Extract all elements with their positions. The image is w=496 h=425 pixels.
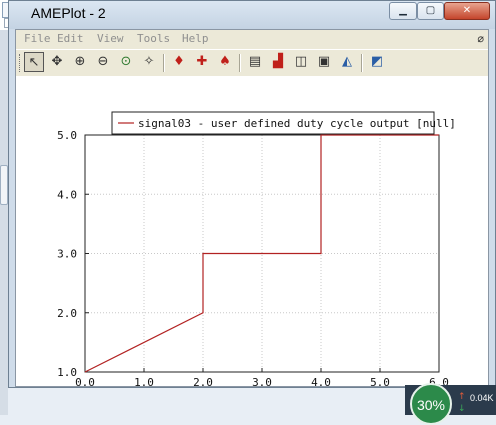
cursor-pair-icon[interactable]: ♠	[215, 52, 235, 72]
menu-edit[interactable]: Edit	[57, 32, 84, 45]
network-speed: 0.04K	[470, 393, 494, 403]
x-tick-label: 1.0	[134, 376, 154, 386]
cursor-horizontal-icon[interactable]: ✚	[192, 52, 212, 72]
new-plot-icon[interactable]: ◩	[367, 52, 387, 72]
plot-svg[interactable]: 0.01.02.03.04.05.06.01.02.03.04.05.0X: T…	[16, 76, 488, 386]
toolbar-separator	[163, 54, 165, 72]
upload-arrow-icon: ↑	[458, 392, 466, 402]
plot-icon[interactable]: ◭	[337, 52, 357, 72]
zoom-icon[interactable]: ⊕	[70, 52, 90, 72]
legend-label: signal03 - user defined duty cycle outpu…	[138, 117, 456, 130]
y-tick-label: 2.0	[57, 307, 77, 320]
toolbar: ↖ ✥ ⊕ ⊖ ⊙ ✧ ♦ ✚ ♠ ▤ ▟ ◫ ▣ ◭ ◩	[16, 49, 488, 77]
x-tick-label: 2.0	[193, 376, 213, 386]
curve-icon[interactable]: ◫	[291, 52, 311, 72]
toolbar-separator	[361, 54, 363, 72]
maximize-button[interactable]: ▢	[417, 2, 444, 20]
close-icon: ✕	[462, 5, 472, 16]
minimize-button[interactable]: ▁	[389, 2, 417, 20]
y-tick-label: 5.0	[57, 129, 77, 142]
download-arrow-icon: ↓	[458, 404, 466, 414]
close-button[interactable]: ✕	[444, 2, 490, 20]
x-tick-label: 5.0	[370, 376, 390, 386]
chart-icon[interactable]: ▟	[268, 52, 288, 72]
menu-file[interactable]: File	[24, 32, 51, 45]
pin-icon[interactable]: ⌀	[477, 32, 484, 45]
window-title: AMEPlot - 2	[31, 5, 106, 21]
toolbar-separator	[239, 54, 241, 72]
menu-help[interactable]: Help	[182, 32, 209, 45]
cursor-vertical-icon[interactable]: ♦	[169, 52, 189, 72]
minimize-icon: ▁	[399, 5, 407, 16]
x-tick-label: 3.0	[252, 376, 272, 386]
background-panel	[0, 165, 8, 205]
move-icon[interactable]: ✧	[139, 52, 159, 72]
pointer-icon[interactable]: ↖	[24, 52, 44, 72]
client-area: File Edit View Tools Help ⌀ ↖ ✥ ⊕ ⊖ ⊙ ✧ …	[15, 29, 489, 387]
menu-tools[interactable]: Tools	[137, 32, 170, 45]
export-icon[interactable]: ▣	[314, 52, 334, 72]
x-tick-label: 0.0	[75, 376, 95, 386]
maximize-icon: ▢	[425, 5, 436, 16]
zoom-fit-icon[interactable]: ⊙	[116, 52, 136, 72]
ameplot-window: AMEPlot - 2 ▁ ▢ ✕ File Edit View Tools H…	[8, 0, 496, 388]
cpu-percent: 30%	[416, 397, 446, 413]
y-tick-label: 4.0	[57, 188, 77, 201]
y-tick-label: 3.0	[57, 248, 77, 261]
menu-view[interactable]: View	[97, 32, 124, 45]
y-tick-label: 1.0	[57, 366, 77, 379]
zoom-out-icon[interactable]: ⊖	[93, 52, 113, 72]
page-icon[interactable]: ▤	[245, 52, 265, 72]
background-window-edge	[0, 30, 8, 415]
toolbar-grip[interactable]	[19, 54, 23, 72]
menu-bar: File Edit View Tools Help ⌀	[16, 30, 488, 48]
x-tick-label: 4.0	[311, 376, 331, 386]
title-bar[interactable]: AMEPlot - 2 ▁ ▢ ✕	[9, 1, 495, 29]
pan-zoom-icon[interactable]: ✥	[47, 52, 67, 72]
plot-canvas[interactable]: 0.01.02.03.04.05.06.01.02.03.04.05.0X: T…	[16, 76, 488, 386]
